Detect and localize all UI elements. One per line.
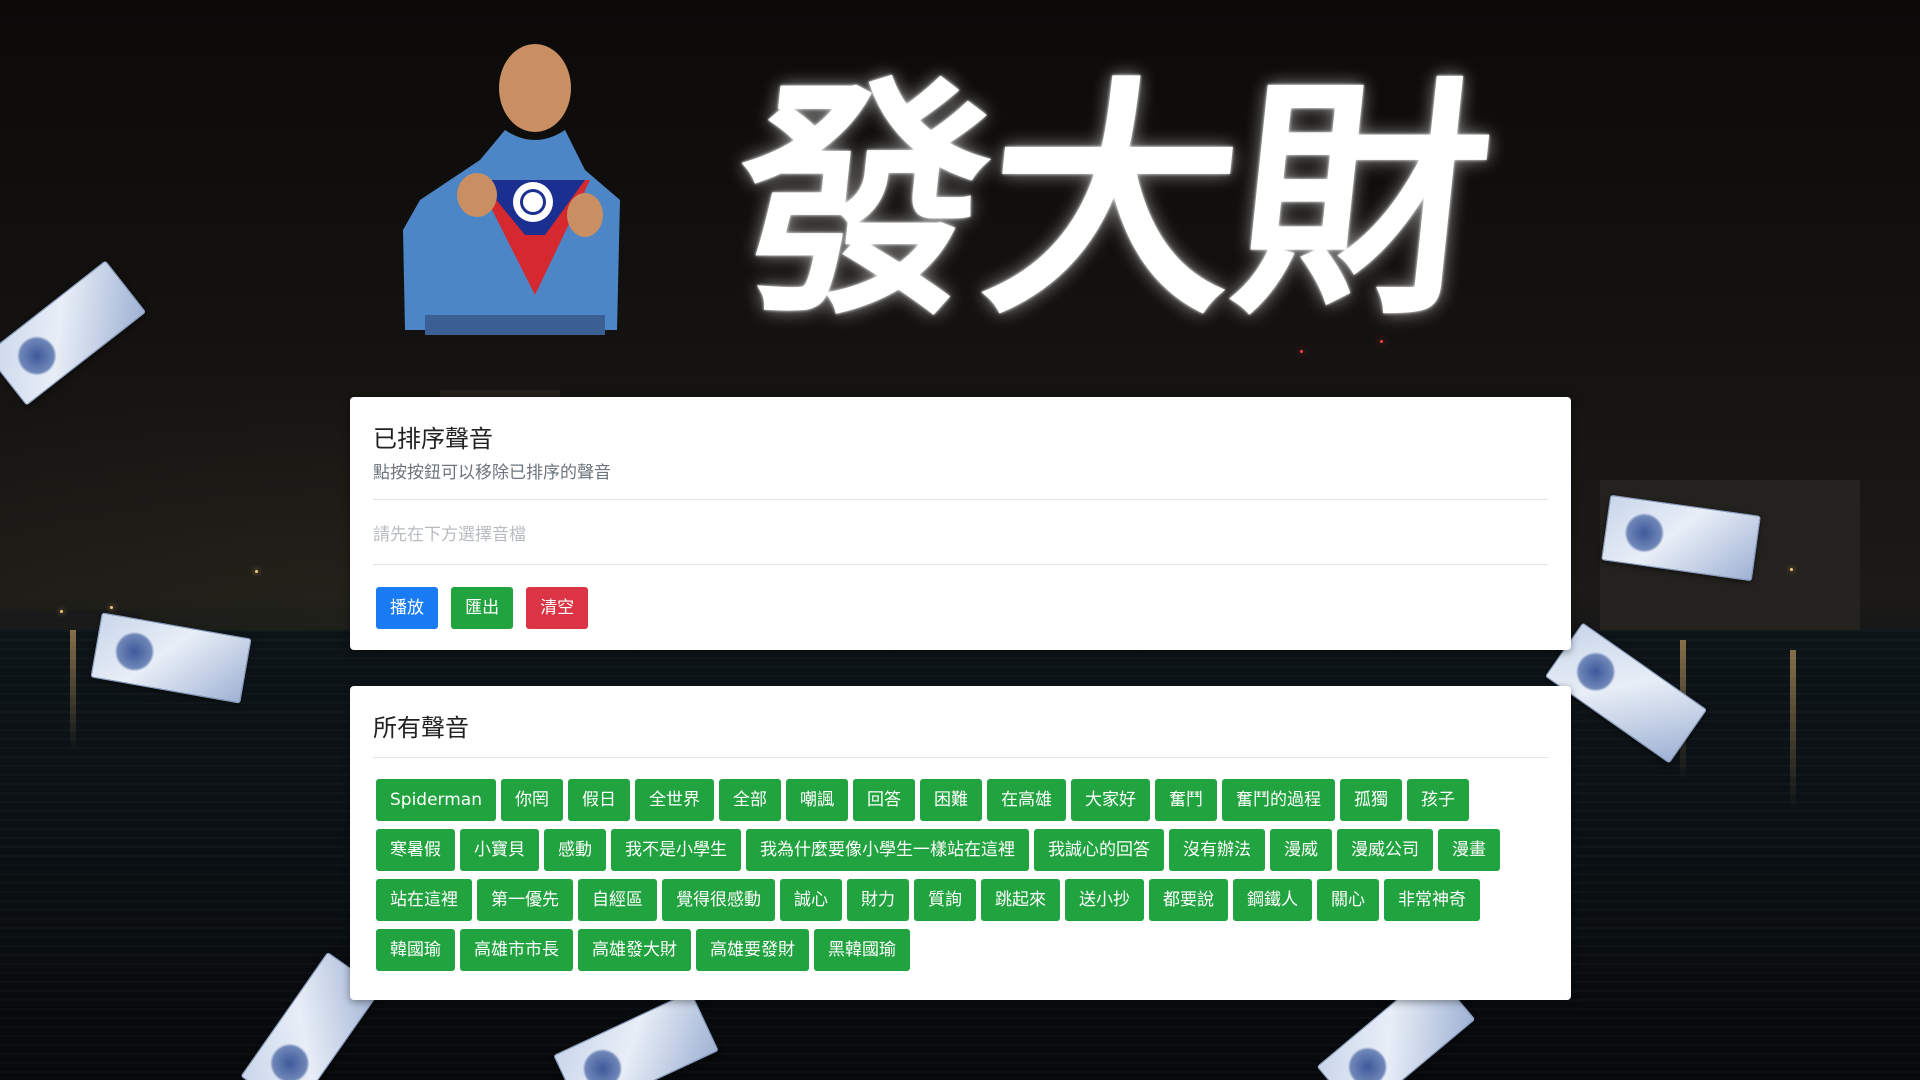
sound-button-grid: Spiderman 你罔 假日 全世界 全部 嘲諷 回答 困難 在高雄 大家好 奮鬥 奮鬥的過程 孤獨孩… — [373, 758, 1548, 979]
play-button[interactable]: 播放 — [376, 587, 438, 629]
export-button[interactable]: 匯出 — [451, 587, 514, 629]
sound-button[interactable]: 韓國瑜 — [376, 929, 455, 971]
sound-button[interactable]: 鋼鐵人 — [1233, 879, 1312, 921]
sound-button[interactable]: 送小抄 — [1065, 879, 1144, 921]
sound-button[interactable]: 你罔 — [501, 779, 563, 821]
sound-button[interactable]: 奮鬥 — [1155, 779, 1217, 821]
sound-button[interactable]: 漫畫 — [1438, 829, 1500, 871]
sound-button[interactable]: 全世界 — [635, 779, 714, 821]
sound-button[interactable]: 第一優先 — [477, 879, 573, 921]
sound-button[interactable]: 大家好 — [1071, 779, 1150, 821]
sound-button[interactable]: 我誠心的回答 — [1034, 829, 1164, 871]
sound-button[interactable]: 高雄要發財 — [696, 929, 809, 971]
sound-button[interactable]: 我為什麼要像小學生一樣站在這裡 — [746, 829, 1029, 871]
sound-button[interactable]: 我不是小學生 — [611, 829, 741, 871]
sound-button[interactable]: Spiderman — [376, 779, 496, 821]
sound-button[interactable]: 高雄市市長 — [460, 929, 573, 971]
sound-button[interactable]: 跳起來 — [981, 879, 1060, 921]
queued-sounds-card: 已排序聲音 點按按鈕可以移除已排序的聲音 請先在下方選擇音檔 播放 匯出 清空 — [350, 397, 1571, 650]
sound-button[interactable]: 嘲諷 — [786, 779, 848, 821]
hero-figure-with-flag-icon — [385, 30, 625, 335]
sound-button[interactable]: 困難 — [920, 779, 982, 821]
sound-button[interactable]: 漫威 — [1270, 829, 1332, 871]
sound-button[interactable]: 黑韓國瑜 — [814, 929, 910, 971]
sound-button[interactable]: 奮鬥的過程 — [1222, 779, 1335, 821]
sound-button[interactable]: 在高雄 — [987, 779, 1066, 821]
sound-button[interactable]: 誠心 — [780, 879, 842, 921]
sound-button[interactable]: 覺得很感動 — [662, 879, 775, 921]
sound-button[interactable]: 全部 — [719, 779, 781, 821]
queue-actions: 播放 匯出 清空 — [373, 565, 1548, 629]
sound-button[interactable]: 假日 — [568, 779, 630, 821]
sound-button[interactable]: 質詢 — [914, 879, 976, 921]
queue-empty-text: 請先在下方選擇音檔 — [373, 525, 526, 545]
sound-button[interactable]: 小寶貝 — [460, 829, 539, 871]
sound-button[interactable]: 關心 — [1317, 879, 1379, 921]
sound-button[interactable]: 自經區 — [578, 879, 657, 921]
sound-button[interactable]: 漫威公司 — [1337, 829, 1433, 871]
sound-button[interactable]: 寒暑假 — [376, 829, 455, 871]
sound-button[interactable]: 財力 — [847, 879, 909, 921]
sound-button[interactable]: 都要說 — [1149, 879, 1228, 921]
sound-button[interactable]: 非常神奇 — [1384, 879, 1480, 921]
sound-button[interactable]: 感動 — [544, 829, 606, 871]
sound-button[interactable]: 站在這裡 — [376, 879, 472, 921]
all-sounds-title: 所有聲音 — [373, 714, 469, 742]
sound-button[interactable]: 沒有辦法 — [1169, 829, 1265, 871]
sound-button[interactable]: 孤獨 — [1340, 779, 1402, 821]
sound-button[interactable]: 孩子 — [1407, 779, 1469, 821]
queued-sounds-subtitle: 點按按鈕可以移除已排序的聲音 — [373, 463, 611, 483]
queued-sounds-title: 已排序聲音 — [373, 425, 493, 453]
all-sounds-card: 所有聲音 Spiderman 你罔 假日 全世界 全部 嘲諷 回答 困難 在高雄 大家好 奮鬥 奮鬥的… — [350, 686, 1571, 1000]
hero-title: 發大財 — [722, 54, 1504, 348]
sound-button[interactable]: 高雄發大財 — [578, 929, 691, 971]
sound-button[interactable]: 回答 — [853, 779, 915, 821]
clear-button[interactable]: 清空 — [526, 587, 589, 629]
